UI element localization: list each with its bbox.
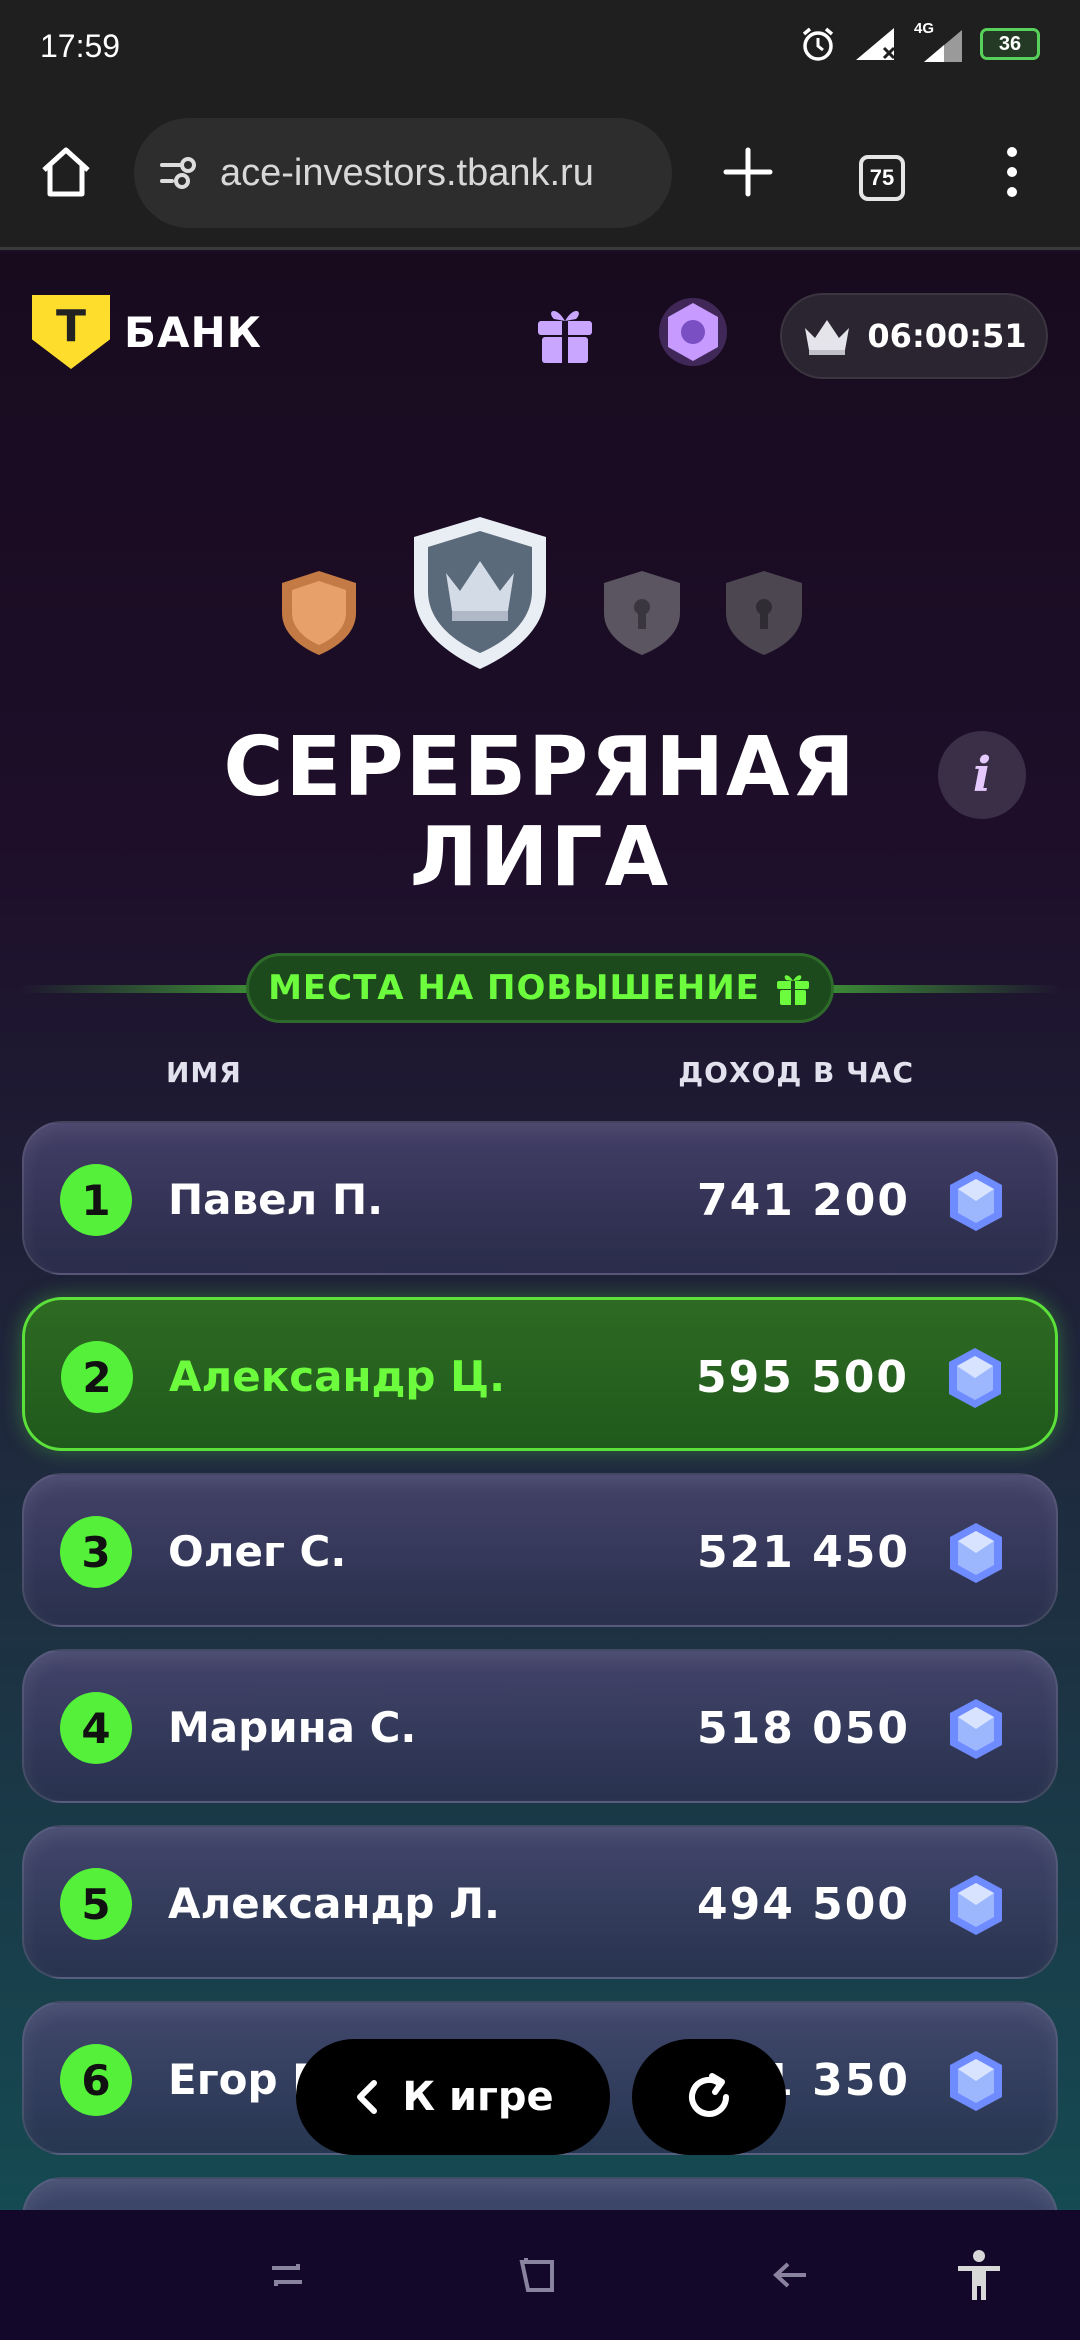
gem-icon bbox=[950, 1523, 1002, 1583]
gift-icon bbox=[538, 310, 592, 363]
player-income: 494 500 bbox=[696, 1879, 910, 1930]
address-bar[interactable]: ace-investors.tbank.ru bbox=[134, 118, 672, 228]
league-title-line1: СЕРЕБРЯНАЯ bbox=[223, 720, 857, 815]
player-name: Марина С. bbox=[168, 1703, 417, 1752]
column-header-income: ДОХОД В ЧАС bbox=[678, 1056, 914, 1089]
tabs-count-label: 75 bbox=[869, 165, 895, 190]
status-time: 17:59 bbox=[40, 28, 121, 64]
player-income: 595 500 bbox=[695, 1352, 909, 1403]
gem-icon bbox=[950, 2051, 1002, 2111]
leaderboard-row-current-user[interactable]: 2 Александр Ц. 595 500 bbox=[22, 1297, 1058, 1451]
silver-league-badge[interactable] bbox=[406, 513, 554, 673]
player-income: 741 200 bbox=[696, 1175, 910, 1226]
gift-icon bbox=[776, 975, 809, 1005]
info-button[interactable]: i bbox=[938, 731, 1026, 819]
leaderboard-row-partial[interactable] bbox=[22, 2177, 1058, 2210]
url-text: ace-investors.tbank.ru bbox=[220, 151, 594, 194]
refresh-icon bbox=[689, 2073, 729, 2117]
promotion-badge: МЕСТА НА ПОВЫШЕНИЕ bbox=[246, 953, 834, 1023]
system-nav-bar bbox=[0, 2210, 1080, 2340]
rank-badge: 2 bbox=[61, 1341, 133, 1413]
player-name: Павел П. bbox=[168, 1175, 384, 1224]
timer-text: 06:00:51 bbox=[867, 317, 1027, 355]
league-timer: 06:00:51 bbox=[780, 293, 1048, 379]
back-to-game-button[interactable]: К игре bbox=[296, 2039, 610, 2155]
tabs-count: 75 bbox=[859, 155, 905, 201]
site-settings-icon[interactable] bbox=[158, 151, 202, 195]
settings-button[interactable] bbox=[656, 295, 730, 369]
tbank-logo[interactable]: Т БАНК bbox=[32, 295, 262, 369]
signal-icon bbox=[856, 28, 896, 60]
new-tab-icon bbox=[723, 147, 773, 197]
league-title-line2: ЛИГА bbox=[409, 810, 671, 905]
bronze-league-badge[interactable] bbox=[276, 567, 362, 657]
brand-letter: Т bbox=[55, 301, 86, 352]
battery-level: 36 bbox=[998, 32, 1022, 55]
league-screen: Т БАНК 06:00:51 СЕРЕБРЯНАЯ ЛИГА i МЕСТА … bbox=[0, 253, 1080, 2210]
rank-badge: 6 bbox=[60, 2044, 132, 2116]
battery-icon: 36 bbox=[980, 28, 1040, 60]
rank-badge: 5 bbox=[60, 1868, 132, 1940]
gem-icon bbox=[950, 1171, 1002, 1231]
gem-icon bbox=[950, 1875, 1002, 1935]
chevron-left-icon bbox=[357, 2080, 378, 2114]
nut-icon bbox=[659, 298, 727, 366]
tabs-button[interactable]: 75 bbox=[850, 146, 914, 210]
gift-button[interactable] bbox=[528, 295, 602, 369]
crown-icon bbox=[805, 320, 850, 355]
brand-name: БАНК bbox=[124, 307, 262, 357]
leaderboard-row[interactable]: 3 Олег С. 521 450 bbox=[22, 1473, 1058, 1627]
tbank-shield-icon: Т bbox=[32, 295, 110, 369]
home-button[interactable] bbox=[34, 140, 98, 204]
recents-nav-icon[interactable] bbox=[262, 2250, 312, 2300]
column-header-name: ИМЯ bbox=[166, 1056, 242, 1089]
accessibility-icon[interactable] bbox=[952, 2248, 1006, 2302]
home-icon bbox=[42, 147, 90, 197]
back-to-game-label: К игре bbox=[402, 2074, 554, 2120]
status-bar: 17:59 4G 36 bbox=[0, 0, 1080, 100]
refresh-button[interactable] bbox=[632, 2039, 786, 2155]
player-income: 521 450 bbox=[696, 1527, 910, 1578]
signal-icon bbox=[924, 30, 962, 62]
signal-4g: 4G bbox=[914, 20, 964, 64]
browser-toolbar: ace-investors.tbank.ru 75 bbox=[0, 100, 1080, 250]
new-tab-button[interactable] bbox=[716, 140, 780, 204]
menu-button[interactable] bbox=[990, 140, 1034, 204]
rank-badge: 1 bbox=[60, 1164, 132, 1236]
leaderboard-row[interactable]: 1 Павел П. 741 200 bbox=[22, 1121, 1058, 1275]
promotion-label: МЕСТА НА ПОВЫШЕНИЕ bbox=[268, 968, 760, 1008]
league-badges bbox=[0, 513, 1080, 673]
rank-badge: 4 bbox=[60, 1692, 132, 1764]
alarm-icon bbox=[802, 27, 834, 61]
rank-badge: 3 bbox=[60, 1516, 132, 1588]
player-name: Александр Ц. bbox=[169, 1352, 506, 1401]
league-title: СЕРЕБРЯНАЯ ЛИГА bbox=[0, 723, 1080, 903]
player-name: Александр Л. bbox=[168, 1879, 500, 1928]
locked-league-badge[interactable] bbox=[722, 567, 806, 657]
info-icon: i bbox=[972, 747, 992, 803]
leaderboard-row[interactable]: 5 Александр Л. 494 500 bbox=[22, 1825, 1058, 1979]
leaderboard-row[interactable]: 4 Марина С. 518 050 bbox=[22, 1649, 1058, 1803]
status-icons: 4G 36 bbox=[798, 20, 1040, 64]
player-income: 518 050 bbox=[696, 1703, 910, 1754]
back-nav-icon[interactable] bbox=[766, 2250, 816, 2300]
menu-icon bbox=[1007, 147, 1017, 197]
player-name: Олег С. bbox=[168, 1527, 347, 1576]
locked-league-badge[interactable] bbox=[600, 567, 684, 657]
home-nav-icon[interactable] bbox=[514, 2250, 564, 2300]
gem-icon bbox=[949, 1348, 1001, 1408]
gem-icon bbox=[950, 1699, 1002, 1759]
